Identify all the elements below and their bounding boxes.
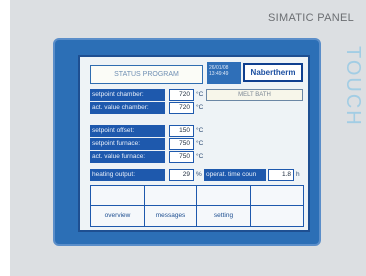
hmi-screen: STATUS PROGRAM 26/01/08 13:49:49 Naberth… — [78, 55, 310, 232]
overview-button[interactable]: overview — [91, 206, 145, 226]
unit-label: % — [196, 171, 202, 178]
unit-label: h — [296, 171, 300, 178]
heating-output-label: heating output: — [90, 169, 165, 181]
unit-label: °C — [196, 140, 204, 147]
time-text: 13:49:49 — [209, 71, 229, 77]
touch-label: TOUCH — [342, 46, 364, 127]
empty-button-slot[interactable] — [91, 186, 145, 206]
empty-button-slot[interactable] — [251, 186, 303, 206]
setpoint-offset-label: setpoint offset: — [90, 125, 165, 137]
operat-time-value: 1.8 — [268, 169, 294, 181]
unit-label: °C — [196, 127, 204, 134]
unit-label: °C — [196, 153, 204, 160]
heating-output-value: 29 — [169, 169, 194, 181]
row-operat-time: operat. time coun 1.8 h — [204, 169, 304, 181]
empty-button-slot[interactable] — [251, 206, 303, 226]
setpoint-chamber-value[interactable]: 720 — [169, 89, 194, 101]
status-program-title: STATUS PROGRAM — [90, 65, 203, 84]
act-value-furnace-label: act. value furnace: — [90, 151, 165, 163]
empty-button-slot[interactable] — [197, 186, 251, 206]
act-value-chamber-label: act. value chamber: — [90, 102, 165, 114]
date-time-display: 26/01/08 13:49:49 — [207, 62, 241, 84]
operat-time-label: operat. time coun — [204, 169, 266, 181]
mode-label: MELT BATH — [206, 89, 303, 101]
brand-logo: Nabertherm — [243, 63, 303, 82]
messages-button[interactable]: messages — [145, 206, 197, 226]
setpoint-chamber-label: setpoint chamber: — [90, 89, 165, 101]
act-value-furnace-value: 750 — [169, 151, 194, 163]
setting-button[interactable]: setting — [197, 206, 251, 226]
unit-label: °C — [196, 91, 204, 98]
empty-button-slot[interactable] — [145, 186, 197, 206]
act-value-chamber-value: 720 — [169, 102, 194, 114]
unit-label: °C — [196, 104, 204, 111]
setpoint-offset-value[interactable]: 150 — [169, 125, 194, 137]
brand-label: SIMATIC PANEL — [268, 12, 355, 24]
panel-bezel: SIMATIC PANEL TOUCH STATUS PROGRAM 26/01… — [10, 0, 366, 276]
setpoint-furnace-value[interactable]: 750 — [169, 138, 194, 150]
setpoint-furnace-label: setpoint furnace: — [90, 138, 165, 150]
button-area: overview messages setting — [90, 185, 304, 227]
